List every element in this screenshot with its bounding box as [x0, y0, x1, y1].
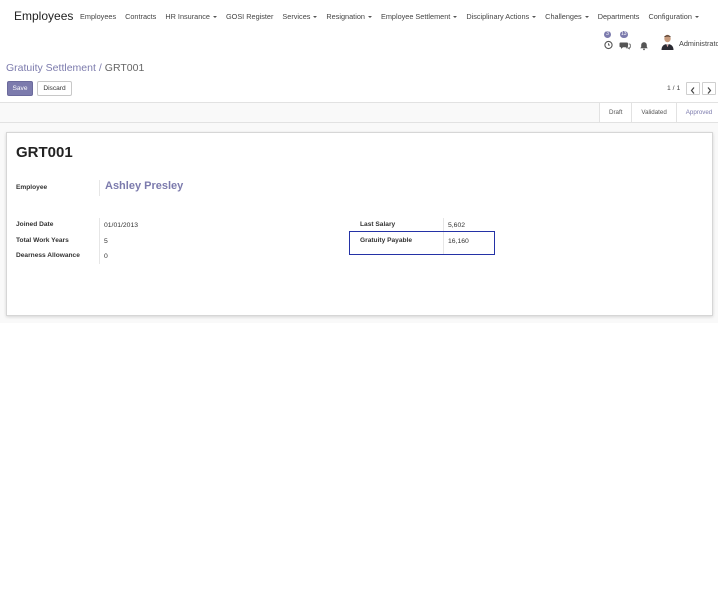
caret-down-icon [212, 16, 217, 18]
dearness-allowance-label: Dearness Allowance [16, 252, 80, 259]
pager-value[interactable]: 1 / 1 [667, 85, 680, 92]
breadcrumb-gratuity-settlement[interactable]: Gratuity Settlement [6, 62, 96, 74]
menu-item-resignation[interactable]: Resignation [326, 12, 372, 21]
main-menu: Employees Contracts HR Insurance GOSI Re… [80, 12, 708, 21]
caret-down-icon [694, 16, 699, 18]
control-panel: Gratuity Settlement / GRT001 Save Discard … [0, 55, 718, 103]
caret-down-icon [367, 16, 372, 18]
menu-item-challenges[interactable]: Challenges [545, 12, 589, 21]
employee-label: Employee [16, 184, 48, 191]
menu-item-employee-settlement[interactable]: Employee Settlement [381, 12, 458, 21]
status-draft[interactable]: Draft [599, 103, 632, 122]
user-avatar-icon [660, 33, 675, 50]
user-menu[interactable]: Administrator [679, 39, 718, 48]
menu-item-configuration[interactable]: Configuration [648, 12, 699, 21]
clock-icon [604, 40, 613, 50]
caret-down-icon [313, 16, 318, 18]
joined-date-label: Joined Date [16, 221, 54, 228]
chat-icon [619, 42, 631, 50]
last-salary-label: Last Salary [360, 221, 396, 228]
pager-next-button[interactable] [702, 82, 716, 95]
field-divider [99, 180, 100, 196]
menu-item-contracts[interactable]: Contracts [125, 12, 156, 21]
record-title: GRT001 [16, 144, 73, 161]
caret-down-icon [532, 16, 537, 18]
menu-item-disciplinary-actions[interactable]: Disciplinary Actions [466, 12, 537, 21]
breadcrumb-current: GRT001 [104, 62, 145, 74]
messages-button[interactable]: 13 [619, 31, 631, 50]
menu-item-departments[interactable]: Departments [598, 12, 640, 21]
discard-button[interactable]: Discard [37, 81, 72, 96]
gratuity-payable-highlight [349, 231, 495, 255]
pager-previous-button[interactable] [686, 82, 700, 95]
joined-date-value: 01/01/2013 [104, 222, 139, 229]
caret-down-icon [584, 16, 589, 18]
activity-button[interactable]: 3 [603, 31, 614, 50]
messages-count-badge: 13 [620, 31, 628, 38]
menu-item-hr-insurance[interactable]: HR Insurance [165, 12, 217, 21]
notifications-button[interactable] [639, 38, 649, 51]
caret-down-icon [453, 16, 458, 18]
total-work-years-value: 5 [104, 238, 108, 245]
save-button[interactable]: Save [7, 81, 33, 96]
chevron-left-icon [690, 87, 695, 94]
statusbar: Draft Validated Approved [599, 103, 718, 122]
total-work-years-label: Total Work Years [16, 237, 69, 244]
dearness-allowance-value: 0 [104, 253, 108, 260]
top-navbar: Employees Employees Contracts HR Insuran… [0, 0, 718, 32]
field-divider [99, 218, 100, 264]
bell-icon [640, 42, 648, 51]
menu-item-gosi-register[interactable]: GOSI Register [226, 12, 273, 21]
app-brand[interactable]: Employees [14, 9, 73, 23]
breadcrumb: Gratuity Settlement / GRT001 [6, 62, 144, 74]
breadcrumb-separator: / [98, 62, 102, 74]
status-approved[interactable]: Approved [675, 103, 718, 122]
last-salary-value: 5,602 [448, 222, 466, 229]
menu-item-services[interactable]: Services [282, 12, 318, 21]
activity-count-badge: 3 [604, 31, 611, 38]
chevron-right-icon [707, 87, 712, 94]
menu-item-employees[interactable]: Employees [80, 12, 116, 21]
employee-field[interactable]: Ashley Presley [105, 180, 183, 192]
avatar[interactable] [660, 33, 675, 50]
status-validated[interactable]: Validated [631, 103, 676, 122]
form-statusbar-row: Draft Validated Approved [0, 103, 718, 123]
